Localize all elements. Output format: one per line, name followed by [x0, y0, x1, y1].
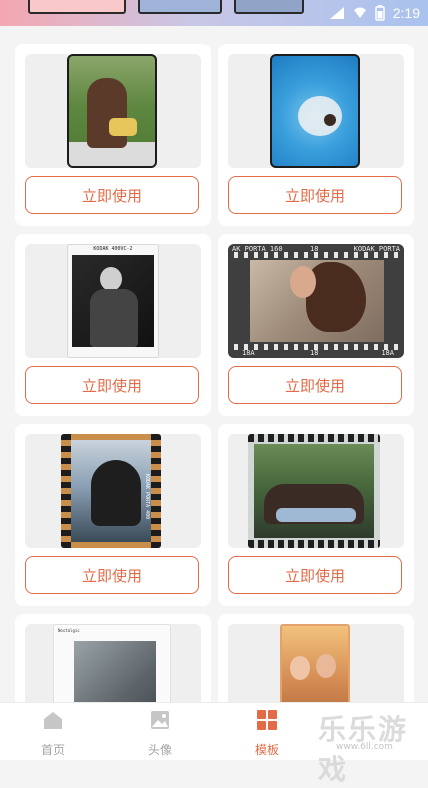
frame-label: 18 [310, 349, 319, 357]
use-template-button[interactable]: 立即使用 [25, 366, 199, 404]
template-thumbnail[interactable] [25, 54, 201, 168]
template-thumbnail[interactable] [228, 54, 404, 168]
template-card: 立即使用 [218, 424, 414, 606]
template-thumbnail[interactable] [228, 434, 404, 548]
template-card: KODAK PORTA 400 立即使用 [15, 424, 211, 606]
template-card: 立即使用 [218, 44, 414, 226]
frame-label: 18A [381, 349, 394, 357]
photo-frame [248, 434, 380, 548]
watermark: 乐乐游戏 www.6ll.com [318, 708, 428, 786]
grid-icon [257, 710, 277, 730]
nav-label: 模板 [254, 743, 279, 757]
use-template-button[interactable]: 立即使用 [25, 556, 199, 594]
nav-label: 头像 [147, 743, 172, 757]
home-icon [44, 712, 62, 729]
header-decoration [138, 0, 222, 14]
template-thumbnail[interactable] [228, 624, 404, 702]
header-decoration [28, 0, 126, 14]
use-template-button[interactable]: 立即使用 [25, 176, 199, 214]
template-thumbnail[interactable]: KODAK 400VC-2 [25, 244, 201, 358]
nav-item-avatar[interactable]: 头像 [130, 709, 190, 758]
template-card [218, 614, 414, 702]
photo-frame [280, 624, 350, 702]
header-decoration [234, 0, 304, 14]
template-thumbnail[interactable]: KODAK PORTA 400 [25, 434, 201, 548]
photo-frame [67, 54, 157, 168]
use-template-button[interactable]: 立即使用 [228, 176, 402, 214]
status-bar: 2:19 [0, 0, 428, 26]
template-card: AK PORTA 160 18 KODAK PORTA 18A 18 18A 立… [218, 234, 414, 416]
frame-label: Nostalgic [58, 628, 80, 633]
battery-icon [375, 5, 385, 21]
use-template-button[interactable]: 立即使用 [228, 366, 402, 404]
template-card: KODAK 400VC-2 立即使用 [15, 234, 211, 416]
signal-icon [329, 7, 344, 19]
photo-frame: Nostalgic [53, 624, 171, 702]
status-time: 2:19 [392, 5, 420, 21]
watermark-url: www.6ll.com [336, 742, 393, 752]
template-card: Nostalgic [15, 614, 211, 702]
frame-label: 18A [242, 349, 255, 357]
frame-label: KODAK PORTA 400 [144, 474, 150, 520]
nav-item-templates[interactable]: 模板 [237, 709, 297, 758]
photo-frame: KODAK 400VC-2 [67, 244, 159, 358]
template-thumbnail[interactable]: AK PORTA 160 18 KODAK PORTA 18A 18 18A [228, 244, 404, 358]
template-card: 立即使用 [15, 44, 211, 226]
nav-label: 首页 [40, 743, 65, 757]
status-right: 2:19 [329, 4, 420, 22]
photo-frame: AK PORTA 160 18 KODAK PORTA 18A 18 18A [228, 244, 404, 358]
frame-label: KODAK 400VC-2 [93, 246, 133, 252]
template-thumbnail[interactable]: Nostalgic [25, 624, 201, 702]
template-grid: 立即使用 立即使用 KODAK 400VC-2 立即使用 AK PORTA 16… [0, 26, 428, 702]
photo-frame: KODAK PORTA 400 [61, 434, 161, 548]
image-icon [151, 711, 169, 729]
wifi-icon [353, 7, 366, 18]
nav-item-home[interactable]: 首页 [23, 709, 83, 758]
use-template-button[interactable]: 立即使用 [228, 556, 402, 594]
photo-frame [270, 54, 360, 168]
